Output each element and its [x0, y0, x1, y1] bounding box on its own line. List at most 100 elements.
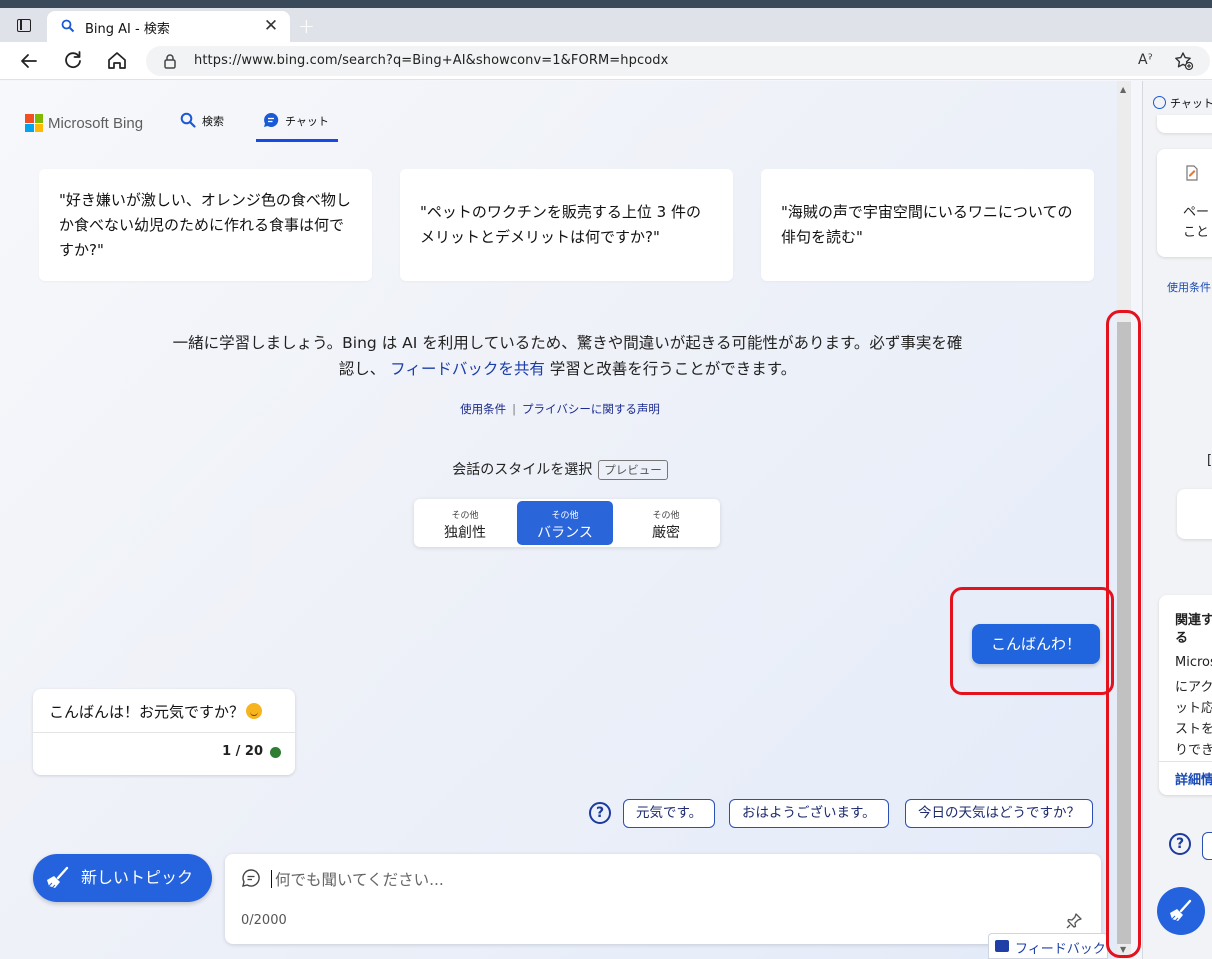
lock-icon [164, 54, 176, 69]
related-line: にアク [1175, 680, 1212, 695]
tab-actions-button[interactable] [12, 15, 36, 37]
char-counter: 0/2000 [241, 913, 287, 928]
user-message: こんばんわ！ [972, 624, 1100, 664]
related-divider [1159, 761, 1212, 762]
status-dot-icon [270, 747, 281, 758]
conversation-style-picker: その他 独創性 その他 バランス その他 厳密 [414, 499, 720, 547]
style-option-label: 独創性 [444, 525, 486, 541]
share-feedback-link[interactable]: フィードバックを共有 [390, 360, 545, 378]
sidebar-card[interactable]: 独 [1177, 489, 1212, 539]
bot-message-body: こんばんは！お元気ですか？ [49, 703, 245, 721]
brand-text: Microsoft Bing [48, 114, 144, 132]
bot-message-text: こんばんは！お元気ですか？ [49, 701, 263, 722]
nav-search-label: 検索 [202, 115, 224, 128]
chat-bubble-icon [264, 112, 279, 127]
sidebar-new-topic-button[interactable] [1157, 887, 1205, 935]
annotation-highlight-box [1106, 310, 1141, 958]
help-icon[interactable]: ? [589, 802, 611, 824]
suggestion-card[interactable]: "ペットのワクチンを販売する上位 3 件のメリットとデメリットは何ですか?" [400, 169, 733, 281]
tab-bar: Bing AI - 検索 ✕ + [0, 8, 1212, 42]
refresh-icon [65, 51, 81, 69]
sidebar-help-icon[interactable]: ? [1169, 833, 1191, 855]
tab-close-icon[interactable]: ✕ [262, 16, 280, 36]
broom-icon [47, 866, 69, 889]
feedback-icon [995, 940, 1009, 952]
sidebar-suggested-reply[interactable] [1202, 832, 1212, 860]
nav-search-tab[interactable]: 検索 [180, 109, 224, 143]
chat-input-icon [242, 869, 260, 887]
style-option-label: 厳密 [652, 525, 680, 541]
sidebar-terms-link[interactable]: 使用条件 [1167, 279, 1211, 295]
microsoft-logo-icon [25, 114, 43, 132]
add-favorite-icon[interactable] [1174, 51, 1194, 71]
related-card: 関連す る Micros にアク ット応 ストを りでき 詳細情 [1159, 595, 1212, 795]
refresh-button[interactable] [60, 48, 86, 74]
link-separator: | [512, 402, 517, 416]
nav-chat-tab[interactable]: チャット [256, 109, 338, 142]
sidebar-card: ペー こと [1157, 149, 1212, 257]
chat-input-placeholder[interactable]: 何でも聞いてください... [275, 868, 444, 890]
chat-input-box[interactable]: 何でも聞いてください... 0/2000 [225, 854, 1101, 944]
style-option-sub: その他 [451, 511, 479, 521]
bing-search-favicon [61, 19, 75, 33]
related-title: 関連す [1175, 613, 1212, 628]
window-frame [0, 0, 1212, 8]
disclaimer-part2: 学習と改善を行うことができます。 [544, 360, 797, 378]
suggested-reply[interactable]: おはようございます。 [729, 799, 889, 828]
address-bar[interactable]: https://www.bing.com/search?q=Bing+AI&sh… [146, 46, 1210, 76]
details-link[interactable]: 詳細情 [1175, 769, 1212, 788]
sidebar-chat-icon [1153, 96, 1166, 109]
sidebar-text: [ [1207, 453, 1212, 468]
feedback-button[interactable]: フィードバック [988, 933, 1108, 959]
bing-logo[interactable]: Microsoft Bing [25, 113, 143, 133]
nav-chat-label: チャット [285, 115, 329, 128]
scroll-up-arrow-icon[interactable]: ▲ [1120, 85, 1126, 94]
style-label-text: 会話のスタイルを選択 [452, 462, 593, 478]
sidebar-card-text: ペー [1183, 205, 1210, 220]
url-text[interactable]: https://www.bing.com/search?q=Bing+AI&sh… [194, 53, 668, 68]
sidebar-card-text: こと [1183, 225, 1210, 240]
search-icon [180, 112, 196, 128]
read-aloud-icon[interactable]: Aˀ [1138, 52, 1153, 68]
bing-chat-page: Microsoft Bing 検索 チャット "好き嫌いが激しい、オレンジ色の食… [0, 81, 1120, 959]
text-cursor [271, 870, 272, 888]
feedback-label: フィードバック [1015, 942, 1106, 957]
home-icon [108, 52, 126, 69]
sidebar-card-top [1157, 115, 1212, 133]
disclaimer-text: 一緒に学習しましょう。Bing は AI を利用しているため、驚きや間違いが起き… [170, 330, 965, 382]
related-line: Micros [1175, 655, 1212, 670]
terms-link[interactable]: 使用条件 [460, 402, 506, 416]
edge-sidebar: チャット ペー こと 使用条件 [ 独 関連す る Micros にアク ット応… [1142, 81, 1212, 959]
browser-tab[interactable]: Bing AI - 検索 ✕ [47, 11, 290, 42]
style-option-sub: その他 [551, 511, 579, 521]
style-option-balanced[interactable]: その他 バランス [517, 501, 613, 545]
address-bar-row: https://www.bing.com/search?q=Bing+AI&sh… [0, 42, 1212, 80]
home-button[interactable] [104, 48, 130, 74]
preview-badge: プレビュー [598, 460, 668, 480]
broom-icon [1170, 899, 1192, 922]
smile-emoji-icon [246, 703, 263, 719]
privacy-link[interactable]: プライバシーに関する声明 [522, 402, 660, 416]
new-tab-button[interactable]: + [298, 14, 315, 38]
suggested-reply[interactable]: 今日の天気はどうですか？ [905, 799, 1093, 828]
style-option-creative[interactable]: その他 独創性 [417, 501, 513, 545]
pin-icon[interactable] [1065, 912, 1083, 930]
bot-message: こんばんは！お元気ですか？ 1 / 20 [33, 689, 295, 775]
related-line: ストを [1175, 722, 1212, 737]
turn-counter: 1 / 20 [222, 744, 263, 759]
style-selector-label: 会話のスタイルを選択 プレビュー [0, 459, 1120, 480]
suggested-reply[interactable]: 元気です。 [623, 799, 716, 828]
style-option-label: バランス [537, 525, 593, 541]
back-button[interactable] [16, 48, 42, 74]
new-topic-button[interactable]: 新しいトピック [33, 854, 212, 902]
document-icon [1186, 165, 1198, 181]
suggestion-card[interactable]: "好き嫌いが激しい、オレンジ色の食べ物しか食べない幼児のために作れる食事は何です… [39, 169, 372, 281]
sidebar-chat-label: チャット [1170, 97, 1212, 110]
style-option-sub: その他 [652, 511, 680, 521]
related-title: る [1175, 631, 1189, 646]
related-line: りでき [1175, 743, 1212, 758]
sidebar-chat-tab[interactable]: チャット [1153, 95, 1212, 111]
suggestion-card[interactable]: "海賊の声で宇宙空間にいるワニについての俳句を読む" [761, 169, 1094, 281]
style-option-precise[interactable]: その他 厳密 [618, 501, 714, 545]
tab-title: Bing AI - 検索 [85, 22, 170, 37]
